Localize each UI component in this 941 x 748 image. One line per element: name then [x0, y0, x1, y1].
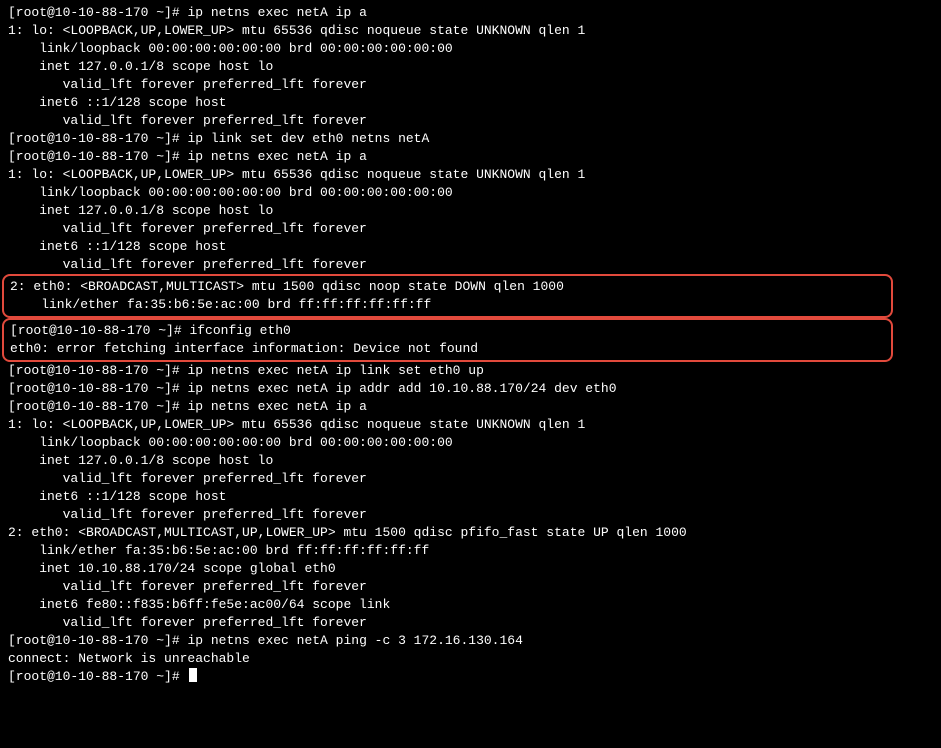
output-text: 1: lo: <LOOPBACK,UP,LOWER_UP> mtu 65536 … — [8, 23, 585, 38]
output-line: 2: eth0: <BROADCAST,MULTICAST> mtu 1500 … — [10, 278, 887, 296]
command-line[interactable]: [root@10-10-88-170 ~]# ip netns exec net… — [8, 4, 933, 22]
highlight-box-2: [root@10-10-88-170 ~]# ifconfig eth0eth0… — [2, 318, 893, 362]
shell-prompt: [root@10-10-88-170 ~]# — [8, 5, 187, 20]
command-text: ip netns exec netA ip addr add 10.10.88.… — [187, 381, 616, 396]
command-text: ip netns exec netA ip a — [187, 5, 366, 20]
output-text: inet6 ::1/128 scope host — [8, 489, 226, 504]
shell-prompt: [root@10-10-88-170 ~]# — [8, 149, 187, 164]
command-text: ip netns exec netA ip a — [187, 399, 366, 414]
output-text: 1: lo: <LOOPBACK,UP,LOWER_UP> mtu 65536 … — [8, 167, 585, 182]
output-line: 1: lo: <LOOPBACK,UP,LOWER_UP> mtu 65536 … — [8, 166, 933, 184]
output-text: link/loopback 00:00:00:00:00:00 brd 00:0… — [8, 185, 453, 200]
output-text: connect: Network is unreachable — [8, 651, 250, 666]
command-line[interactable]: [root@10-10-88-170 ~]# ip netns exec net… — [8, 632, 933, 650]
output-line: eth0: error fetching interface informati… — [10, 340, 887, 358]
command-line[interactable]: [root@10-10-88-170 ~]# ip netns exec net… — [8, 398, 933, 416]
output-text: inet 10.10.88.170/24 scope global eth0 — [8, 561, 336, 576]
output-text: inet6 fe80::f835:b6ff:fe5e:ac00/64 scope… — [8, 597, 390, 612]
command-text: ip netns exec netA ip link set eth0 up — [187, 363, 483, 378]
output-text: valid_lft forever preferred_lft forever — [8, 221, 367, 236]
command-text: ifconfig eth0 — [189, 323, 290, 338]
output-text: valid_lft forever preferred_lft forever — [8, 77, 367, 92]
terminal-output[interactable]: [root@10-10-88-170 ~]# ip netns exec net… — [8, 4, 933, 686]
output-line: link/loopback 00:00:00:00:00:00 brd 00:0… — [8, 40, 933, 58]
output-line: link/ether fa:35:b6:5e:ac:00 brd ff:ff:f… — [8, 542, 933, 560]
output-line: valid_lft forever preferred_lft forever — [8, 220, 933, 238]
output-line: inet 127.0.0.1/8 scope host lo — [8, 202, 933, 220]
output-text: valid_lft forever preferred_lft forever — [8, 471, 367, 486]
output-text: valid_lft forever preferred_lft forever — [8, 579, 367, 594]
output-line: inet6 ::1/128 scope host — [8, 238, 933, 256]
output-line: inet6 fe80::f835:b6ff:fe5e:ac00/64 scope… — [8, 596, 933, 614]
output-line: 1: lo: <LOOPBACK,UP,LOWER_UP> mtu 65536 … — [8, 22, 933, 40]
output-text: inet6 ::1/128 scope host — [8, 95, 226, 110]
shell-prompt: [root@10-10-88-170 ~]# — [8, 399, 187, 414]
output-text: valid_lft forever preferred_lft forever — [8, 257, 367, 272]
output-line: valid_lft forever preferred_lft forever — [8, 506, 933, 524]
output-line: inet6 ::1/128 scope host — [8, 488, 933, 506]
output-line: 1: lo: <LOOPBACK,UP,LOWER_UP> mtu 65536 … — [8, 416, 933, 434]
output-text: inet6 ::1/128 scope host — [8, 239, 226, 254]
highlight-box-1: 2: eth0: <BROADCAST,MULTICAST> mtu 1500 … — [2, 274, 893, 318]
command-line[interactable]: [root@10-10-88-170 ~]# ip link set dev e… — [8, 130, 933, 148]
shell-prompt: [root@10-10-88-170 ~]# — [10, 323, 189, 338]
output-text: 1: lo: <LOOPBACK,UP,LOWER_UP> mtu 65536 … — [8, 417, 585, 432]
output-line: inet 127.0.0.1/8 scope host lo — [8, 452, 933, 470]
output-line: 2: eth0: <BROADCAST,MULTICAST,UP,LOWER_U… — [8, 524, 933, 542]
output-line: valid_lft forever preferred_lft forever — [8, 112, 933, 130]
output-line: valid_lft forever preferred_lft forever — [8, 256, 933, 274]
command-line[interactable]: [root@10-10-88-170 ~]# ifconfig eth0 — [10, 322, 887, 340]
command-line[interactable]: [root@10-10-88-170 ~]# — [8, 668, 933, 686]
output-line: inet6 ::1/128 scope host — [8, 94, 933, 112]
command-text: ip netns exec netA ip a — [187, 149, 366, 164]
output-text: valid_lft forever preferred_lft forever — [8, 507, 367, 522]
output-text: link/ether fa:35:b6:5e:ac:00 brd ff:ff:f… — [8, 543, 429, 558]
output-line: inet 10.10.88.170/24 scope global eth0 — [8, 560, 933, 578]
output-text: link/loopback 00:00:00:00:00:00 brd 00:0… — [8, 41, 453, 56]
output-text: eth0: error fetching interface informati… — [10, 341, 478, 356]
command-line[interactable]: [root@10-10-88-170 ~]# ip netns exec net… — [8, 380, 933, 398]
output-text: 2: eth0: <BROADCAST,MULTICAST> mtu 1500 … — [10, 279, 564, 294]
output-text: inet 127.0.0.1/8 scope host lo — [8, 203, 273, 218]
output-text: inet 127.0.0.1/8 scope host lo — [8, 59, 273, 74]
command-text: ip netns exec netA ping -c 3 172.16.130.… — [187, 633, 522, 648]
output-line: connect: Network is unreachable — [8, 650, 933, 668]
shell-prompt: [root@10-10-88-170 ~]# — [8, 633, 187, 648]
output-text: inet 127.0.0.1/8 scope host lo — [8, 453, 273, 468]
output-line: valid_lft forever preferred_lft forever — [8, 470, 933, 488]
shell-prompt: [root@10-10-88-170 ~]# — [8, 381, 187, 396]
output-line: link/loopback 00:00:00:00:00:00 brd 00:0… — [8, 434, 933, 452]
output-text: link/loopback 00:00:00:00:00:00 brd 00:0… — [8, 435, 453, 450]
output-text: 2: eth0: <BROADCAST,MULTICAST,UP,LOWER_U… — [8, 525, 687, 540]
output-text: valid_lft forever preferred_lft forever — [8, 615, 367, 630]
output-line: inet 127.0.0.1/8 scope host lo — [8, 58, 933, 76]
output-text: link/ether fa:35:b6:5e:ac:00 brd ff:ff:f… — [10, 297, 431, 312]
shell-prompt: [root@10-10-88-170 ~]# — [8, 363, 187, 378]
shell-prompt: [root@10-10-88-170 ~]# — [8, 669, 187, 684]
output-line: valid_lft forever preferred_lft forever — [8, 578, 933, 596]
command-line[interactable]: [root@10-10-88-170 ~]# ip netns exec net… — [8, 148, 933, 166]
output-text: valid_lft forever preferred_lft forever — [8, 113, 367, 128]
command-text: ip link set dev eth0 netns netA — [187, 131, 429, 146]
output-line: link/loopback 00:00:00:00:00:00 brd 00:0… — [8, 184, 933, 202]
cursor[interactable] — [189, 668, 197, 682]
output-line: valid_lft forever preferred_lft forever — [8, 614, 933, 632]
shell-prompt: [root@10-10-88-170 ~]# — [8, 131, 187, 146]
command-line[interactable]: [root@10-10-88-170 ~]# ip netns exec net… — [8, 362, 933, 380]
output-line: valid_lft forever preferred_lft forever — [8, 76, 933, 94]
output-line: link/ether fa:35:b6:5e:ac:00 brd ff:ff:f… — [10, 296, 887, 314]
